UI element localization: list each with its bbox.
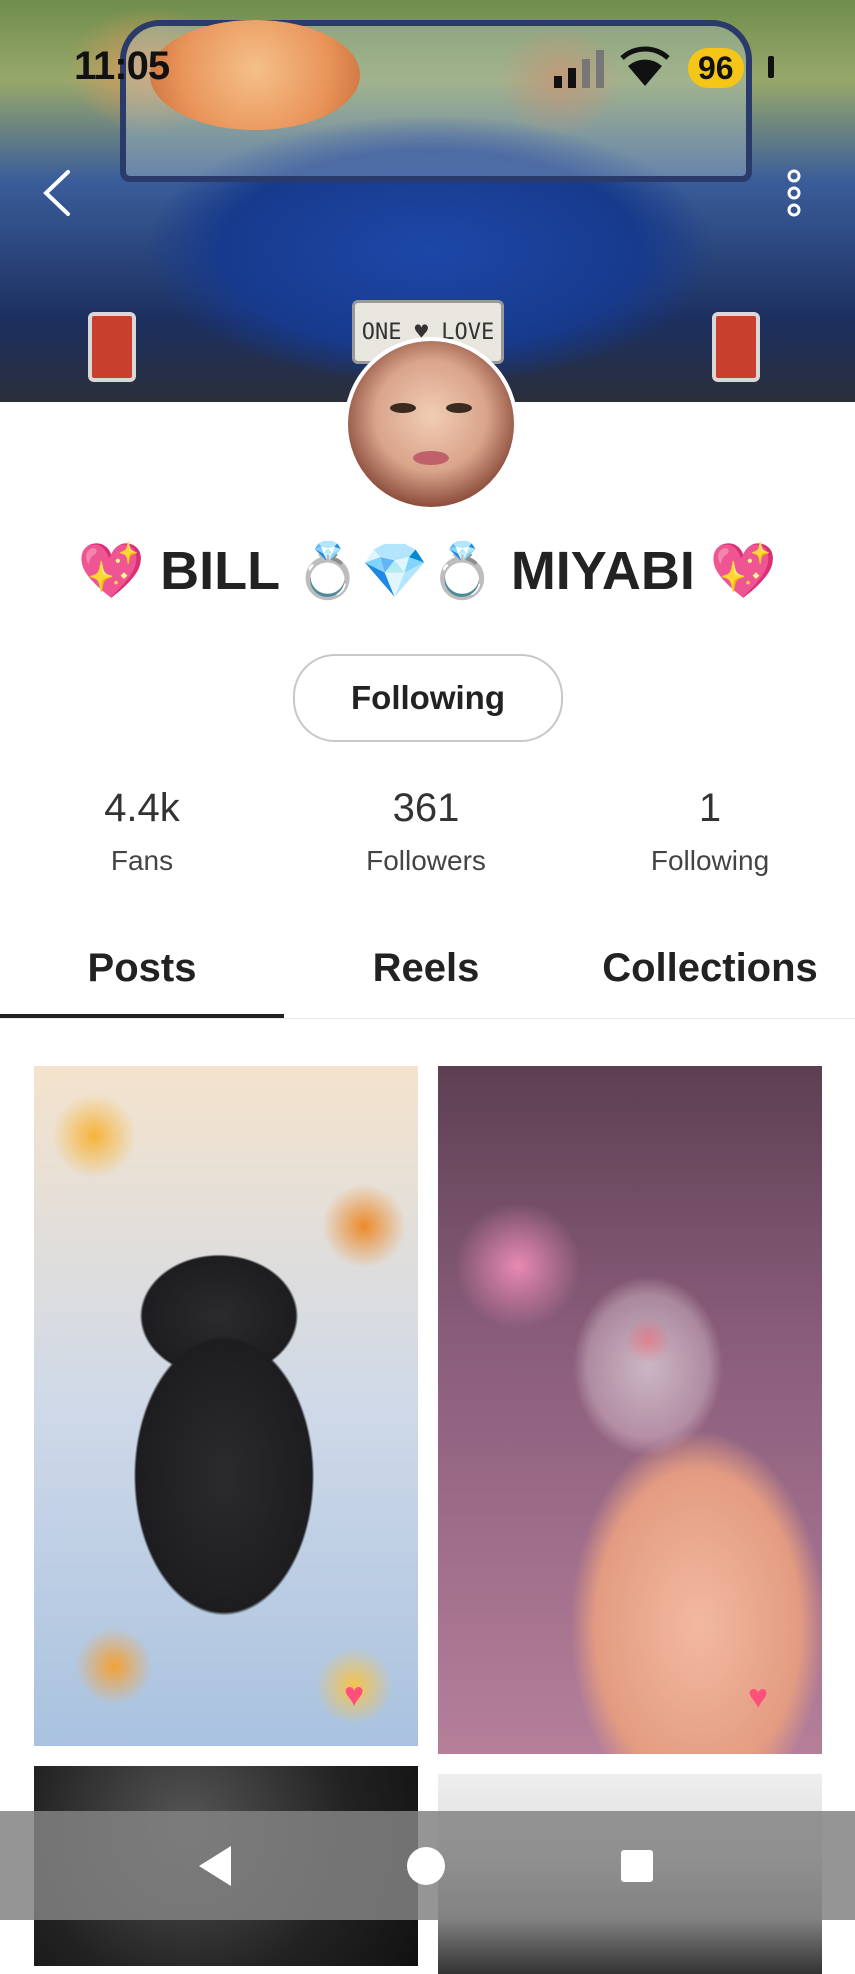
heart-icon: ♥ [748,1678,769,1716]
status-time: 11:05 [74,44,170,88]
stat-label: Following [650,845,770,876]
avatar-eye [446,403,472,413]
post-tile[interactable]: ♥ [34,1066,418,1746]
avatar-eye [390,403,416,413]
triangle-back-icon [199,1845,231,1886]
tail-light-right [712,312,760,382]
tail-light-left [88,312,136,382]
circle-home-icon [407,1846,445,1885]
stat-label: Fans [110,845,174,876]
stat-value: 1 [698,786,722,830]
post-tile[interactable]: ♥ [438,1066,822,1754]
chevron-left-icon[interactable] [38,168,78,218]
more-vertical-icon[interactable] [780,168,808,218]
profile-name: 💖 BILL 💍💎💍 MIYABI 💖 [77,541,778,601]
avatar[interactable] [344,337,518,511]
tab-posts[interactable]: Posts [0,930,284,1018]
nav-back-button[interactable] [165,1811,265,1920]
battery-tip-icon [768,56,774,78]
stat-label: Followers [366,845,486,876]
battery-indicator: 96 [688,48,744,88]
stat-value: 361 [392,786,460,830]
nav-home-button[interactable] [376,1811,476,1920]
system-navigation-bar [0,1811,855,1920]
tab-collections[interactable]: Collections [568,930,852,1018]
active-tab-indicator [0,1014,284,1018]
heart-icon: ♥ [344,1676,365,1714]
nav-recents-button[interactable] [587,1811,687,1920]
stat-following[interactable]: 1 Following [568,786,852,877]
avatar-lips [413,451,449,465]
wifi-icon [620,46,670,86]
stat-value: 4.4k [104,786,180,830]
following-button[interactable]: Following [293,654,563,742]
signal-icon [554,50,604,88]
square-recents-icon [621,1849,653,1882]
stat-followers[interactable]: 361 Followers [284,786,568,877]
tab-reels[interactable]: Reels [284,930,568,1018]
stat-fans[interactable]: 4.4k Fans [0,786,284,877]
status-bar: 11:05 96 [0,0,855,120]
profile-stats: 4.4k Fans 361 Followers 1 Following [0,786,855,886]
profile-tabs: Posts Reels Collections [0,930,855,1019]
